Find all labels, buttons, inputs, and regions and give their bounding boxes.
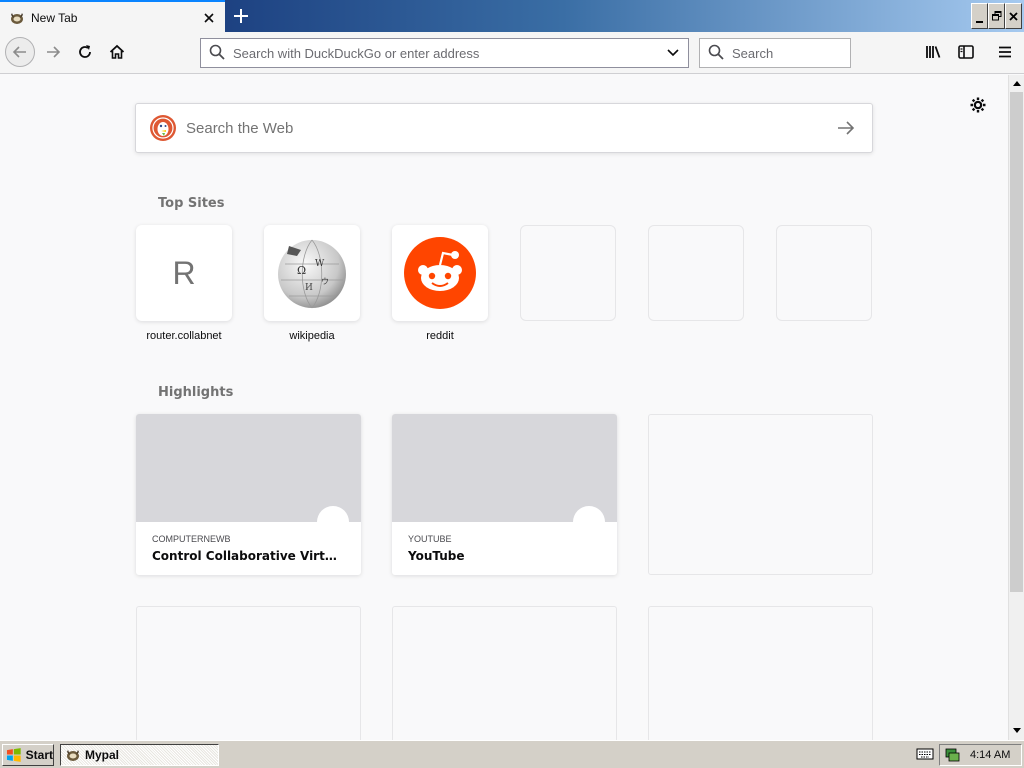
svg-text:И: И	[305, 283, 313, 293]
reload-icon	[79, 45, 91, 58]
start-button[interactable]: Start	[2, 744, 54, 766]
navigation-toolbar	[0, 32, 1024, 74]
arrow-right-icon[interactable]	[834, 116, 858, 140]
keyboard-icon[interactable]	[916, 747, 934, 761]
mypal-icon	[9, 10, 25, 26]
top-site-label: reddit	[426, 330, 454, 342]
plus-icon	[234, 9, 248, 23]
hamburger-icon	[999, 46, 1011, 58]
card-title: YouTube	[408, 549, 465, 563]
url-input[interactable]	[233, 45, 666, 61]
home-button[interactable]	[102, 37, 132, 67]
new-tab-page: Top Sites R router.collabnet Ω W И ウ wik…	[0, 75, 1008, 740]
top-site-wikipedia[interactable]: Ω W И ウ wikipedia	[264, 225, 360, 342]
top-site-placeholder[interactable]	[520, 225, 616, 321]
card-site-icon	[317, 506, 349, 538]
top-site-router[interactable]: R router.collabnet	[136, 225, 232, 342]
top-site-tile[interactable]: R	[136, 225, 232, 321]
top-site-tile[interactable]	[392, 225, 488, 321]
svg-text:W: W	[315, 259, 325, 269]
url-bar[interactable]	[200, 38, 689, 68]
highlights-heading: Highlights	[158, 385, 234, 400]
search-icon	[708, 44, 724, 63]
tab-strip: New Tab	[0, 0, 1024, 33]
taskbar: Start Mypal 4:14 AM	[0, 740, 1024, 768]
search-bar[interactable]	[699, 38, 851, 68]
card-host: YOUTUBE	[408, 534, 452, 544]
reddit-icon	[404, 237, 476, 309]
arrow-left-icon	[12, 46, 26, 58]
highlight-placeholder	[648, 414, 873, 575]
card-preview-image	[392, 414, 617, 538]
search-input[interactable]	[732, 45, 842, 61]
tab-title: New Tab	[31, 10, 78, 25]
chevron-down-icon[interactable]	[666, 45, 680, 62]
svg-text:ウ: ウ	[321, 277, 329, 286]
highlight-placeholder	[392, 606, 617, 740]
card-site-icon	[573, 506, 605, 538]
top-site-placeholder[interactable]	[648, 225, 744, 321]
search-icon	[209, 44, 225, 63]
sidebar-icon	[958, 45, 974, 59]
library-icon	[926, 46, 941, 58]
vertical-scrollbar[interactable]	[1008, 75, 1024, 740]
scrollbar-thumb[interactable]	[1010, 92, 1023, 592]
tab-new-tab[interactable]: New Tab	[0, 0, 225, 33]
scroll-down-arrow-icon[interactable]	[1009, 722, 1024, 738]
letter-r-icon: R	[172, 254, 196, 291]
arrow-right-icon	[47, 46, 61, 58]
top-site-placeholder[interactable]	[776, 225, 872, 321]
top-sites-heading: Top Sites	[158, 196, 225, 211]
restore-icon	[991, 11, 1001, 21]
forward-button[interactable]	[38, 37, 68, 67]
close-tab-icon[interactable]	[199, 8, 219, 28]
duckduckgo-icon	[150, 115, 176, 141]
highlight-placeholder	[136, 606, 361, 740]
taskbar-item-mypal[interactable]: Mypal	[60, 744, 219, 766]
reload-button[interactable]	[70, 37, 100, 67]
library-button[interactable]	[919, 37, 949, 67]
highlight-placeholder	[648, 606, 873, 740]
close-icon	[1009, 11, 1018, 21]
svg-text:Ω: Ω	[297, 264, 306, 277]
web-search-box[interactable]	[135, 103, 873, 153]
top-site-tile[interactable]: Ω W И ウ	[264, 225, 360, 321]
web-search-input[interactable]	[186, 119, 834, 137]
windows-flag-icon	[6, 748, 21, 762]
taskbar-item-label: Mypal	[85, 748, 120, 762]
menu-button[interactable]	[990, 37, 1020, 67]
top-site-empty[interactable]	[520, 225, 616, 321]
minimize-icon	[975, 21, 983, 23]
top-site-empty[interactable]	[776, 225, 872, 321]
home-icon	[109, 44, 125, 59]
network-icon[interactable]	[944, 747, 960, 763]
mypal-icon	[67, 750, 79, 761]
new-tab-button[interactable]	[228, 4, 254, 28]
minimize-button[interactable]	[971, 3, 988, 29]
start-label: Start	[25, 748, 53, 762]
top-site-empty[interactable]	[648, 225, 744, 321]
clock[interactable]: 4:14 AM	[970, 749, 1010, 761]
card-title: Control Collaborative Virtual Ma...	[152, 549, 345, 563]
gear-icon[interactable]	[966, 93, 990, 117]
card-preview-image	[136, 414, 361, 538]
system-tray: 4:14 AM	[939, 744, 1022, 766]
highlight-card-youtube[interactable]: YOUTUBE YouTube	[392, 414, 617, 575]
back-button[interactable]	[5, 37, 35, 67]
scroll-up-arrow-icon[interactable]	[1009, 75, 1024, 91]
sidebar-button[interactable]	[951, 37, 981, 67]
wikipedia-globe-icon: Ω W И ウ	[278, 239, 346, 309]
top-site-label: router.collabnet	[146, 330, 222, 342]
window-close-button[interactable]	[1005, 3, 1022, 29]
restore-button[interactable]	[988, 3, 1005, 29]
top-site-reddit[interactable]: reddit	[392, 225, 488, 342]
top-site-label: wikipedia	[289, 330, 335, 342]
card-host: COMPUTERNEWB	[152, 534, 231, 544]
highlight-card-computernewb[interactable]: COMPUTERNEWB Control Collaborative Virtu…	[136, 414, 361, 575]
